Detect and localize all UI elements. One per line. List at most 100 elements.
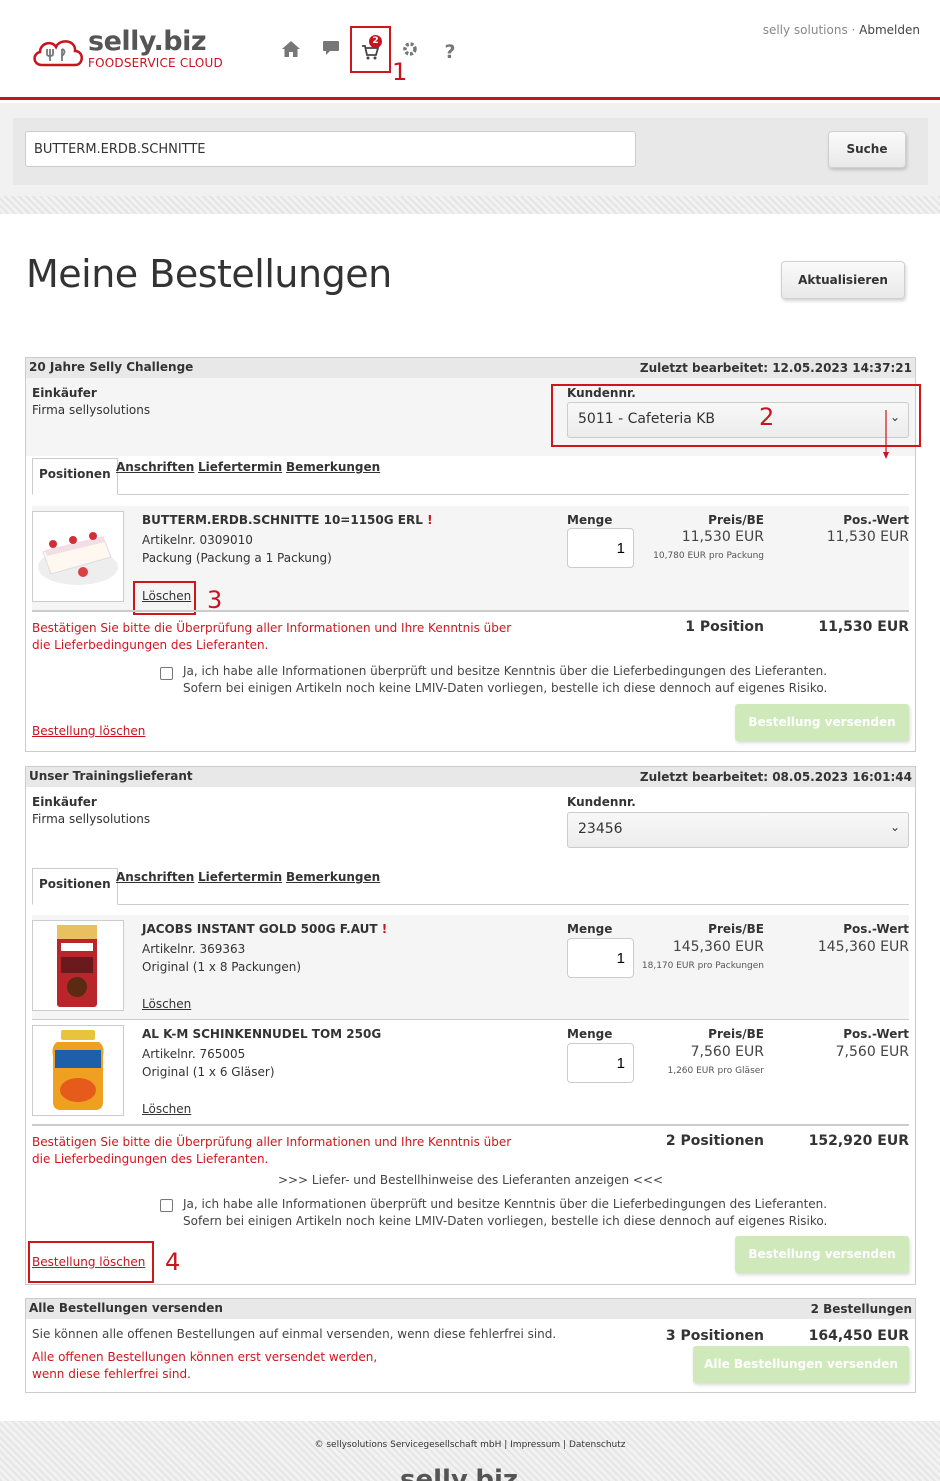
tab-anschriften[interactable]: Anschriften (116, 870, 194, 884)
order-header: 20 Jahre Selly Challenge Zuletzt bearbei… (26, 358, 915, 378)
buyer-value: Firma sellysolutions (32, 812, 151, 826)
logo-text[interactable]: selly.biz (88, 26, 207, 57)
buyer-label: Einkäufer (32, 795, 97, 809)
tab-bemerkungen[interactable]: Bemerkungen (286, 870, 380, 884)
send-all-warning-1: Alle offenen Bestellungen können erst ve… (32, 1350, 378, 1364)
send-all-info: Sie können alle offenen Bestellungen auf… (32, 1327, 557, 1341)
pos-label: Pos.-Wert (843, 1027, 909, 1041)
tab-positionen[interactable]: Positionen (32, 458, 118, 495)
pos-label: Pos.-Wert (843, 922, 909, 936)
chat-icon[interactable] (319, 40, 343, 64)
quantity-input[interactable] (567, 1043, 634, 1083)
order-header: Unser Trainingslieferant Zuletzt bearbei… (26, 767, 915, 787)
price-value: 11,530 EUR (681, 529, 764, 545)
buyer-value: Firma sellysolutions (32, 403, 151, 417)
qty-label: Menge (567, 922, 613, 936)
supplier-name: Unser Trainingslieferant (29, 769, 193, 783)
confirm-checkbox[interactable] (160, 667, 173, 680)
pack-info: Packung (Packung a 1 Packung) (142, 551, 332, 565)
logo-cloud-icon (33, 40, 83, 67)
company-link[interactable]: selly solutions · (763, 23, 856, 37)
search-input[interactable] (25, 131, 636, 167)
impressum-link[interactable]: Impressum (510, 1440, 560, 1450)
tab-divider (32, 494, 909, 495)
warning-marker: ! (381, 922, 388, 936)
send-all-header: Alle Bestellungen versenden 2 Bestellung… (26, 1299, 915, 1319)
datenschutz-link[interactable]: Datenschutz (569, 1440, 626, 1450)
pack-info: Original (1 x 8 Packungen) (142, 960, 301, 974)
order-total: 152,920 EUR (808, 1133, 909, 1149)
total-position-count: 3 Positionen (665, 1328, 764, 1344)
supplier-hints-link[interactable]: >>> Liefer- und Bestellhinweise des Lief… (26, 1173, 915, 1187)
confirm-text-2: Sofern bei einigen Artikeln noch keine L… (183, 1214, 828, 1228)
unit-price: 18,170 EUR pro Packungen (641, 961, 764, 971)
article-number: Artikelnr. 0309010 (142, 533, 253, 547)
annotation-box-2 (551, 384, 921, 447)
price-label: Preis/BE (708, 513, 764, 527)
copyright: © sellysolutions Servicegesellschaft mbH (314, 1440, 502, 1450)
confirm-text-2: Sofern bei einigen Artikeln noch keine L… (183, 681, 828, 695)
unit-price: 10,780 EUR pro Packung (653, 551, 764, 561)
header: selly.biz FOODSERVICE CLOUD 2 1 ? selly … (0, 0, 940, 100)
top-links: selly solutions · Abmelden (763, 23, 920, 37)
annotation-box-4 (28, 1241, 154, 1283)
refresh-button[interactable]: Aktualisieren (781, 261, 905, 299)
pack-info: Original (1 x 6 Gläser) (142, 1065, 275, 1079)
annotation-arrow-icon (883, 410, 889, 459)
search-button[interactable]: Suche (828, 131, 906, 168)
position-count: 1 Position (685, 619, 764, 635)
tab-anschriften[interactable]: Anschriften (116, 460, 194, 474)
qty-label: Menge (567, 1027, 613, 1041)
price-label: Preis/BE (708, 1027, 764, 1041)
price-value: 145,360 EUR (672, 939, 764, 955)
last-edited: Zuletzt bearbeitet: 12.05.2023 14:37:21 (639, 361, 912, 375)
confirm-text: Ja, ich habe alle Informationen überprüf… (183, 664, 828, 678)
divider (32, 1019, 909, 1020)
page-title: Meine Bestellungen (26, 252, 392, 296)
article-number: Artikelnr. 765005 (142, 1047, 246, 1061)
home-icon[interactable] (279, 40, 303, 64)
gear-icon[interactable] (398, 40, 422, 64)
customer-select-value: 23456 (578, 821, 623, 837)
order-panel: Unser Trainingslieferant Zuletzt bearbei… (25, 766, 916, 1285)
supplier-name: 20 Jahre Selly Challenge (29, 360, 194, 374)
last-edited: Zuletzt bearbeitet: 08.05.2023 16:01:44 (639, 770, 912, 784)
tab-bemerkungen[interactable]: Bemerkungen (286, 460, 380, 474)
pos-label: Pos.-Wert (843, 513, 909, 527)
help-icon[interactable]: ? (438, 40, 462, 64)
quantity-input[interactable] (567, 528, 634, 568)
delete-item-link[interactable]: Löschen (142, 1102, 191, 1116)
product-image (32, 920, 124, 1011)
footer-logo: selly.biz (400, 1465, 519, 1481)
buyer-label: Einkäufer (32, 386, 97, 400)
logout-link[interactable]: Abmelden (859, 23, 920, 37)
product-image (32, 511, 124, 602)
tab-liefertermin[interactable]: Liefertermin (198, 870, 282, 884)
divider (32, 610, 909, 612)
confirm-checkbox[interactable] (160, 1199, 173, 1212)
send-all-button[interactable]: Alle Bestellungen versenden (693, 1346, 909, 1383)
customer-select[interactable]: 23456 ⌄ (567, 812, 909, 848)
quantity-input[interactable] (567, 938, 634, 978)
tab-positionen[interactable]: Positionen (32, 868, 118, 905)
delete-item-link[interactable]: Löschen (142, 997, 191, 1011)
delete-order-link[interactable]: Bestellung löschen (32, 724, 145, 738)
send-order-button[interactable]: Bestellung versenden (735, 704, 909, 741)
send-all-panel: Alle Bestellungen versenden 2 Bestellung… (25, 1298, 916, 1393)
confirm-warning: Bestätigen Sie bitte die Überprüfung all… (32, 1135, 512, 1166)
tab-liefertermin[interactable]: Liefertermin (198, 460, 282, 474)
cart-count-badge: 2 (369, 35, 382, 48)
position-count: 2 Positionen (665, 1133, 764, 1149)
article-number: Artikelnr. 369363 (142, 942, 246, 956)
chevron-down-icon: ⌄ (889, 820, 900, 834)
product-name: JACOBS INSTANT GOLD 500G F.AUT ! (142, 922, 388, 936)
order-total: 11,530 EUR (818, 619, 909, 635)
qty-label: Menge (567, 513, 613, 527)
send-all-title: Alle Bestellungen versenden (29, 1301, 223, 1315)
pos-value: 145,360 EUR (817, 939, 909, 955)
product-name: BUTTERM.ERDB.SCHNITTE 10=1150G ERL ! (142, 513, 433, 527)
send-order-button[interactable]: Bestellung versenden (735, 1236, 909, 1273)
order-count: 2 Bestellungen (810, 1302, 912, 1316)
divider (32, 1124, 909, 1126)
pos-value: 11,530 EUR (826, 529, 909, 545)
